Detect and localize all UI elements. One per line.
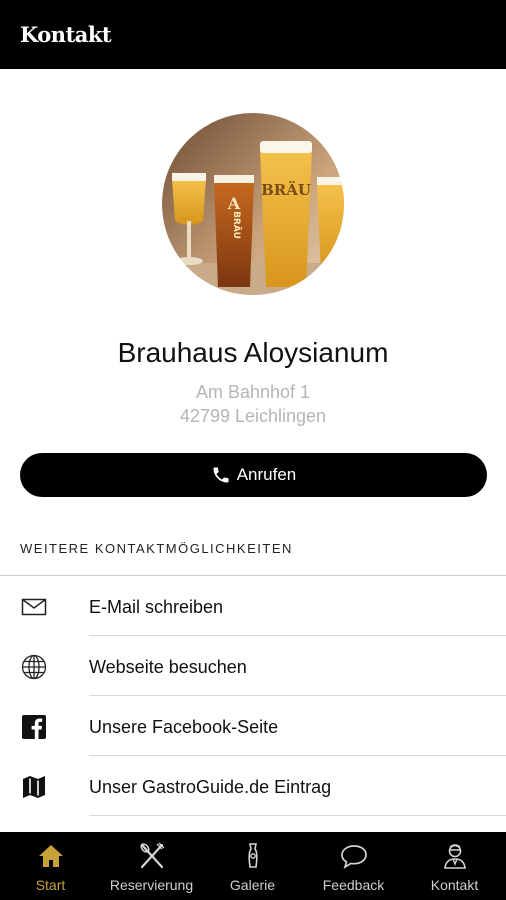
contact-item-label: Unsere Facebook-Seite (89, 717, 279, 737)
address-city: 42799 Leichlingen (179, 406, 327, 426)
address-street: Am Bahnhof 1 (195, 382, 311, 402)
section-title: WEITERE KONTAKTMÖGLICHKEITEN (20, 541, 293, 556)
tab-label: Kontakt (430, 877, 479, 893)
contact-item-label: Webseite besuchen (89, 657, 247, 677)
svg-text:BRÄU: BRÄU (231, 211, 242, 239)
phone-icon (213, 467, 229, 483)
tab-label: Start (35, 877, 66, 893)
tab-label: Galerie (229, 877, 276, 893)
map-icon (23, 776, 45, 798)
call-button-label: Anrufen (236, 465, 297, 484)
globe-icon (21, 654, 47, 680)
contact-item-facebook[interactable]: Unsere Facebook-Seite (0, 697, 506, 756)
bottom-tab-bar: Start Reservierung Galerie Feedback Kont… (0, 832, 506, 900)
tab-feedback[interactable]: Feedback (303, 832, 404, 900)
divider (89, 815, 506, 816)
contact-item-email[interactable]: E-Mail schreiben (0, 577, 506, 636)
home-icon (39, 845, 63, 867)
tab-label: Reservierung (109, 877, 194, 893)
call-button[interactable]: Anrufen (20, 453, 487, 497)
divider (89, 755, 506, 756)
contact-item-label: E-Mail schreiben (89, 597, 224, 617)
gallery-icon (248, 843, 258, 868)
facebook-icon (22, 715, 46, 739)
top-bar: Kontakt (0, 0, 506, 69)
tab-galerie[interactable]: Galerie (202, 832, 303, 900)
tab-start[interactable]: Start (0, 832, 101, 900)
divider (89, 635, 506, 636)
venue-name: Brauhaus Aloysianum (117, 337, 389, 368)
divider (0, 575, 506, 576)
speech-bubble-icon (341, 845, 367, 869)
cutlery-icon (140, 842, 165, 869)
tab-label: Feedback (322, 877, 385, 893)
tab-kontakt[interactable]: Kontakt (404, 832, 505, 900)
venue-photo: A BRÄU BRÄU (162, 113, 344, 295)
contact-person-icon (444, 844, 466, 869)
contact-item-gastroguide[interactable]: Unser GastroGuide.de Eintrag (0, 757, 506, 816)
svg-text:BRÄU: BRÄU (261, 180, 311, 199)
contact-item-label: Unser GastroGuide.de Eintrag (89, 777, 332, 797)
tab-reservierung[interactable]: Reservierung (101, 832, 202, 900)
page-title: Kontakt (20, 22, 112, 47)
mail-icon (21, 598, 47, 616)
divider (89, 695, 506, 696)
contact-item-website[interactable]: Webseite besuchen (0, 637, 506, 696)
